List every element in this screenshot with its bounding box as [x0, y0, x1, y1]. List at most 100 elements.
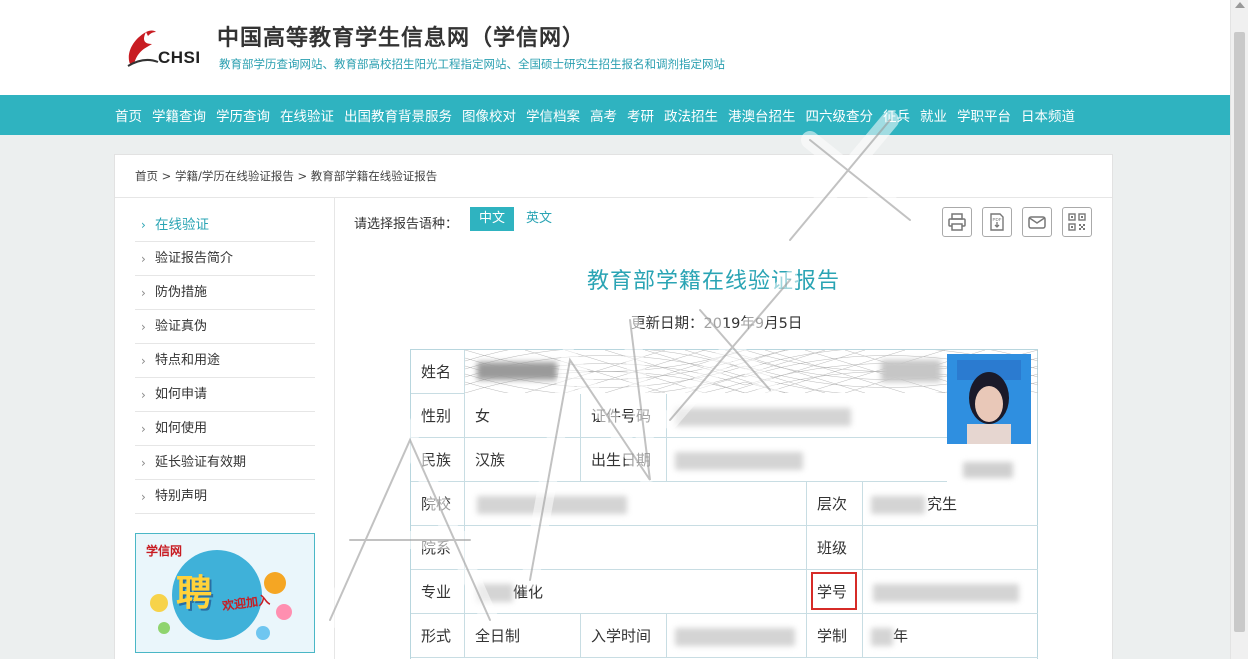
label-text: 出生日期 — [591, 451, 652, 469]
redacted-student-no — [873, 584, 1019, 602]
student-photo — [947, 354, 1031, 478]
promo-headline: 聘 — [176, 573, 213, 614]
scroll-up-icon[interactable] — [1235, 2, 1245, 8]
nav-item-military[interactable]: 征兵 — [883, 105, 910, 125]
nav-item-jobs[interactable]: 就业 — [920, 105, 947, 125]
value-text: 全日制 — [475, 627, 521, 645]
update-date: 更新日期：2019年9月5日 — [631, 316, 803, 332]
redacted-major — [477, 584, 513, 602]
sidebar-item-online-verify[interactable]: › 在线验证 — [135, 208, 315, 242]
sidebar-item-label: 验证真伪 — [155, 319, 208, 334]
sidebar-item-statement[interactable]: › 特别声明 — [135, 480, 315, 514]
svg-text:PDF: PDF — [993, 217, 1002, 222]
email-button[interactable] — [1022, 207, 1052, 237]
print-button[interactable] — [942, 207, 972, 237]
redacted-enroll — [675, 628, 795, 646]
breadcrumb[interactable]: 首页 > 学籍/学历在线验证报告 > 教育部学籍在线验证报告 — [135, 168, 437, 184]
label-text: 性别 — [421, 407, 452, 425]
nav-item-hmt[interactable]: 港澳台招生 — [728, 105, 796, 125]
sidebar-item-extend[interactable]: › 延长验证有效期 — [135, 446, 315, 480]
promo-logo: 学信网 — [146, 544, 183, 558]
nav-item-verify[interactable]: 在线验证 — [280, 105, 334, 125]
sidebar-item-label: 如何使用 — [155, 421, 208, 436]
sidebar: › 在线验证 › 验证报告简介 › 防伪措施 › 验证真伪 › 特点和用途 › 如何申请 ›… — [135, 208, 315, 514]
label-text: 形式 — [421, 627, 452, 645]
redacted-id — [675, 408, 851, 426]
report-title: 教育部学籍在线验证报告 — [587, 269, 841, 294]
redacted-caption — [963, 462, 1013, 478]
site-title: 中国高等教育学生信息网（学信网） — [217, 26, 586, 51]
sidebar-item-intro[interactable]: › 验证报告简介 — [135, 242, 315, 276]
label-duration: 学制 — [807, 614, 863, 658]
nav-item-archive[interactable]: 学信档案 — [526, 105, 580, 125]
language-zh-button[interactable]: 中文 — [470, 207, 514, 231]
main-nav: 首页 学籍查询 学历查询 在线验证 出国教育背景服务 图像校对 学信档案 高考 … — [0, 95, 1230, 135]
chevron-right-icon: › — [141, 456, 146, 470]
sidebar-item-how-use[interactable]: › 如何使用 — [135, 412, 315, 446]
redacted-birth — [675, 452, 803, 470]
site-subtitle: 教育部学历查询网站、教育部高校招生阳光工程指定网站、全国硕士研究生招生报名和调剂… — [219, 57, 725, 71]
label-level: 层次 — [807, 482, 863, 526]
sidebar-item-verify-authenticity[interactable]: › 验证真伪 — [135, 310, 315, 344]
language-en-button[interactable]: 英文 — [526, 207, 552, 231]
print-icon — [948, 213, 966, 231]
vertical-scrollbar[interactable] — [1230, 0, 1248, 659]
recruit-banner[interactable]: 学信网 聘 欢迎加入 — [135, 533, 315, 653]
nav-item-photo[interactable]: 图像校对 — [462, 105, 516, 125]
nav-item-japan[interactable]: 日本频道 — [1021, 105, 1075, 125]
logo-text: CHSI — [158, 48, 201, 67]
label-enroll: 入学时间 — [581, 614, 667, 658]
label-text: 民族 — [421, 451, 452, 469]
value-form: 全日制 — [465, 614, 581, 658]
nav-item-law[interactable]: 政法招生 — [664, 105, 718, 125]
value-department — [465, 526, 807, 570]
redacted-duration — [871, 628, 893, 646]
sidebar-item-anticounterfeit[interactable]: › 防伪措施 — [135, 276, 315, 310]
value-text: 汉族 — [475, 451, 506, 469]
highlight-box — [811, 572, 857, 610]
decor-dot — [276, 604, 292, 620]
value-text: 催化 — [513, 583, 544, 601]
sidebar-item-label: 延长验证有效期 — [155, 455, 247, 470]
sidebar-item-features[interactable]: › 特点和用途 — [135, 344, 315, 378]
label-form: 形式 — [411, 614, 465, 658]
scrollbar-thumb[interactable] — [1234, 32, 1245, 632]
sidebar-item-label: 在线验证 — [155, 217, 209, 233]
sidebar-item-label: 特点和用途 — [155, 353, 221, 368]
label-name: 姓名 — [411, 350, 465, 394]
label-department: 院系 — [411, 526, 465, 570]
value-text: 年 — [893, 627, 909, 645]
value-gender: 女 — [465, 394, 581, 438]
chevron-right-icon: › — [141, 252, 146, 266]
chevron-right-icon: › — [141, 422, 146, 436]
nav-item-cet[interactable]: 四六级查分 — [806, 105, 874, 125]
label-text: 层次 — [817, 495, 848, 513]
divider — [334, 198, 335, 659]
pdf-icon: PDF — [990, 213, 1004, 231]
value-ethnicity: 汉族 — [465, 438, 581, 482]
label-class: 班级 — [807, 526, 863, 570]
sidebar-item-label: 防伪措施 — [155, 285, 208, 300]
nav-item-abroad[interactable]: 出国教育背景服务 — [344, 105, 452, 125]
label-text: 证件号码 — [591, 407, 652, 425]
nav-item-xueli[interactable]: 学历查询 — [216, 105, 270, 125]
nav-item-home[interactable]: 首页 — [115, 105, 142, 125]
value-class — [863, 526, 1038, 570]
qrcode-icon — [1068, 213, 1086, 231]
report-table: 姓名 性别 女 证件号码 民族 汉族 出生日期 院校 层次 究生 院系 班级 专… — [410, 349, 1038, 659]
pdf-button[interactable]: PDF — [982, 207, 1012, 237]
nav-item-xueji[interactable]: 学籍查询 — [152, 105, 206, 125]
nav-item-kaoyan[interactable]: 考研 — [627, 105, 654, 125]
decor-dot — [150, 594, 168, 612]
decor-dot — [158, 622, 170, 634]
value-major: 催化 — [465, 570, 807, 614]
chsi-logo[interactable]: CHSI — [124, 26, 204, 70]
label-major: 专业 — [411, 570, 465, 614]
nav-item-gaokao[interactable]: 高考 — [590, 105, 617, 125]
chevron-right-icon: › — [141, 218, 146, 232]
qrcode-button[interactable] — [1062, 207, 1092, 237]
value-text: 女 — [475, 407, 491, 425]
sidebar-item-how-apply[interactable]: › 如何申请 — [135, 378, 315, 412]
redacted-level — [871, 496, 925, 514]
nav-item-career[interactable]: 学职平台 — [957, 105, 1011, 125]
